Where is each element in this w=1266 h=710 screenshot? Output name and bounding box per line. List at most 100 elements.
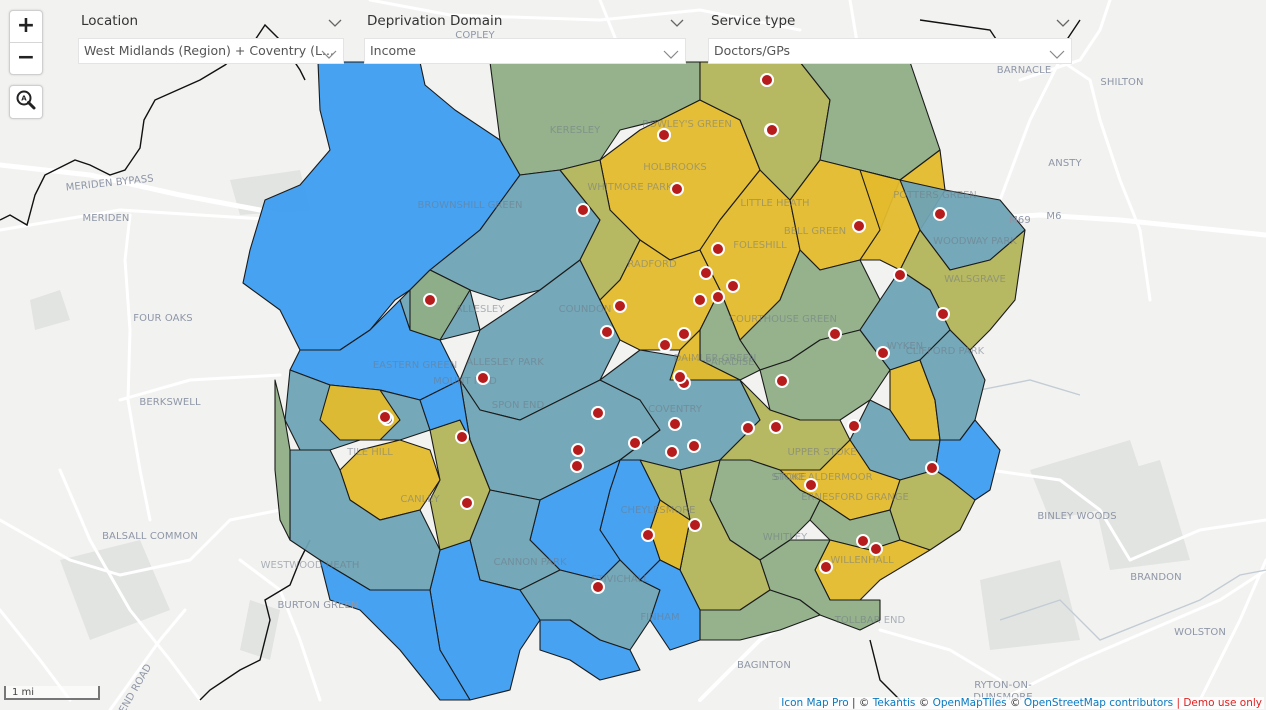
chevron-down-icon[interactable] [1056, 13, 1070, 35]
gp-marker[interactable] [665, 445, 679, 459]
district-label: ALLESLEY PARK [466, 357, 544, 368]
gp-marker[interactable] [741, 421, 755, 435]
zoom-to-extent-button[interactable]: A [9, 85, 43, 119]
gp-marker[interactable] [668, 417, 682, 431]
zoom-out-button[interactable]: − [10, 42, 42, 74]
gp-marker[interactable] [726, 279, 740, 293]
gp-marker[interactable] [378, 410, 392, 424]
gp-marker[interactable] [460, 496, 474, 510]
gp-marker[interactable] [423, 293, 437, 307]
gp-marker[interactable] [769, 420, 783, 434]
gp-marker[interactable] [657, 128, 671, 142]
location-filter-header[interactable]: Location [78, 10, 344, 32]
district-label: COURTHOUSE GREEN [729, 314, 837, 325]
map-attribution: Icon Map Pro | © Tekantis © OpenMapTiles… [779, 697, 1264, 709]
gp-marker[interactable] [893, 268, 907, 282]
chevron-down-icon [663, 44, 679, 63]
gp-marker[interactable] [847, 419, 861, 433]
district-label: UPPER STOKE [787, 447, 856, 458]
gp-marker[interactable] [658, 338, 672, 352]
gp-marker[interactable] [856, 534, 870, 548]
district-label: PARADISE [706, 357, 755, 368]
gp-marker[interactable] [869, 542, 883, 556]
place-label: MERIDEN [82, 213, 129, 224]
district-label: CANNON PARK [493, 557, 566, 568]
gp-marker[interactable] [600, 325, 614, 339]
district-label: TILE HILL [346, 447, 393, 458]
place-label: MERIDEN BYPASS [65, 173, 154, 193]
district-label: BROWNSHILL GREEN [418, 200, 523, 211]
icon-map-pro-link[interactable]: Icon Map Pro [781, 697, 848, 709]
zoom-in-button[interactable]: + [10, 11, 42, 42]
gp-marker[interactable] [775, 374, 789, 388]
demo-use-notice: | Demo use only [1173, 697, 1262, 709]
deprivation-domain-value: Income [370, 43, 416, 58]
district-label: SPON END [492, 400, 545, 411]
gp-marker[interactable] [613, 299, 627, 313]
place-label: RYTON-ON- [974, 680, 1032, 691]
chevron-down-icon [321, 44, 337, 63]
gp-marker[interactable] [828, 327, 842, 341]
district-label: WILLENHALL [830, 555, 894, 566]
gp-marker[interactable] [670, 182, 684, 196]
gp-marker[interactable] [576, 203, 590, 217]
map-canvas[interactable]: MERIDEN BYPASS MERIDEN FOUR OAKS BERKSWELL B… [0, 0, 1266, 710]
place-label: BERKSWELL [139, 397, 201, 408]
gp-marker[interactable] [936, 307, 950, 321]
gp-marker[interactable] [804, 478, 818, 492]
district-label: TOLLBAR END [834, 615, 906, 626]
gp-marker[interactable] [819, 560, 833, 574]
tekantis-link[interactable]: Tekantis [873, 697, 916, 709]
place-label: END ROAD [117, 662, 154, 710]
gp-marker[interactable] [570, 459, 584, 473]
gp-marker[interactable] [711, 290, 725, 304]
district-label: HOLBROOKS [643, 162, 706, 173]
gp-marker[interactable] [760, 73, 774, 87]
gp-marker[interactable] [925, 461, 939, 475]
gp-marker[interactable] [641, 528, 655, 542]
gp-marker[interactable] [455, 430, 469, 444]
gp-marker[interactable] [628, 436, 642, 450]
gp-marker[interactable] [673, 370, 687, 384]
district-label: COUNDON [559, 304, 612, 315]
gp-marker[interactable] [571, 443, 585, 457]
svg-text:A: A [21, 95, 27, 103]
gp-marker[interactable] [591, 580, 605, 594]
gp-marker[interactable] [677, 327, 691, 341]
zoom-control: + − [9, 10, 43, 75]
deprivation-domain-dropdown[interactable]: Income [364, 38, 686, 64]
attribution-separator: | © [848, 697, 873, 709]
place-label: BRANDON [1130, 572, 1181, 583]
chevron-down-icon[interactable] [328, 13, 342, 35]
gp-marker[interactable] [933, 207, 947, 221]
gp-marker[interactable] [693, 293, 707, 307]
gp-marker[interactable] [699, 266, 713, 280]
gp-marker[interactable] [687, 439, 701, 453]
district-label: COVENTRY [648, 404, 703, 415]
gp-marker[interactable] [688, 518, 702, 532]
place-label: SHILTON [1100, 77, 1143, 88]
gp-marker[interactable] [591, 406, 605, 420]
deprivation-domain-filter-header[interactable]: Deprivation Domain [364, 10, 686, 32]
gp-marker[interactable] [476, 371, 490, 385]
district-label: ALLESLEY [456, 304, 506, 315]
openmaptiles-link[interactable]: OpenMapTiles [933, 697, 1007, 709]
openstreetmap-link[interactable]: OpenStreetMap contributors [1024, 697, 1173, 709]
service-type-dropdown[interactable]: Doctors/GPs [708, 38, 1072, 64]
gp-marker[interactable] [711, 242, 725, 256]
service-type-filter-header[interactable]: Service type [708, 10, 1072, 32]
district-label: WALSGRAVE [944, 274, 1006, 285]
gp-marker[interactable] [852, 219, 866, 233]
gp-marker[interactable] [876, 346, 890, 360]
district-label: ROWLEY'S GREEN [642, 119, 732, 130]
district-label: ERNESFORD GRANGE [801, 492, 909, 503]
location-dropdown[interactable]: West Midlands (Region) + Coventry (L... [78, 38, 344, 64]
gp-marker[interactable] [765, 123, 779, 137]
place-label: BAGINTON [737, 660, 791, 671]
chevron-down-icon[interactable] [670, 13, 684, 35]
place-label: M6 [1046, 211, 1061, 222]
place-label: BURTON GREEN [277, 600, 358, 611]
place-label: WOLSTON [1174, 627, 1226, 638]
deprivation-districts [242, 61, 1026, 701]
location-dropdown-value: West Midlands (Region) + Coventry (L... [84, 43, 334, 58]
